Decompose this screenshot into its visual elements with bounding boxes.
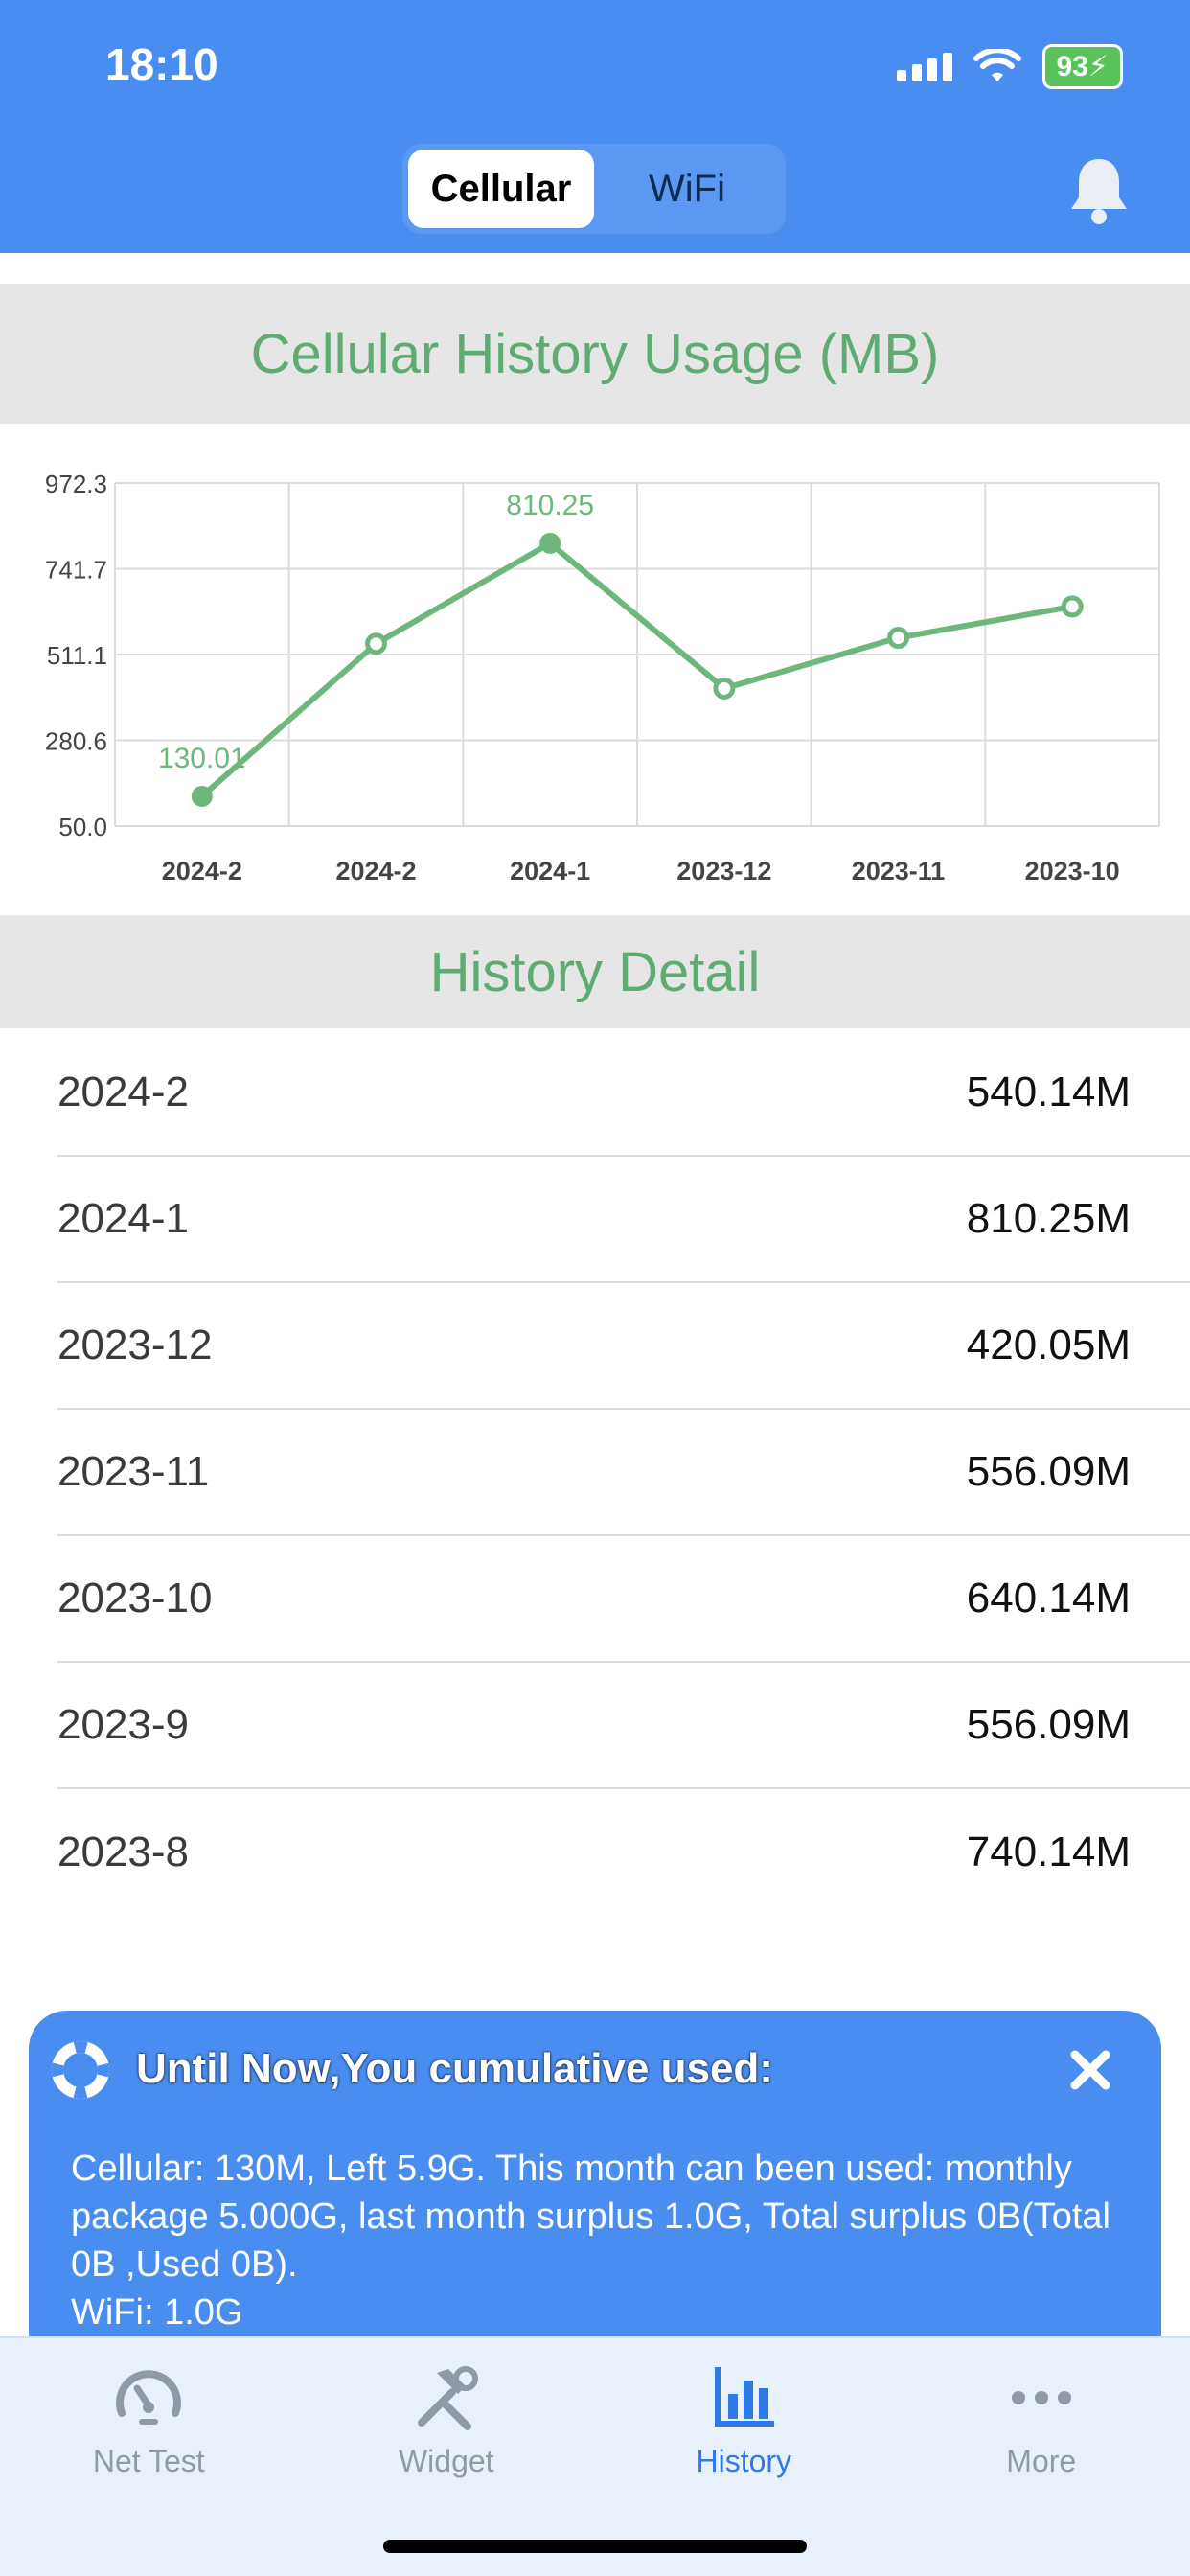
data-label: 130.01 xyxy=(158,743,246,774)
network-segment-control[interactable]: Cellular WiFi xyxy=(402,144,786,234)
month-label: 2024-1 xyxy=(57,1195,190,1242)
tab-net-test[interactable]: Net Test xyxy=(0,2338,298,2576)
more-dots-icon xyxy=(1011,2391,1071,2404)
x-tick-label: 2024-2 xyxy=(335,857,416,886)
month-label: 2023-11 xyxy=(57,1448,210,1495)
segment-cellular[interactable]: Cellular xyxy=(408,150,594,228)
y-tick-label: 972.3 xyxy=(45,470,107,498)
list-item[interactable]: 2024-2 540.14M xyxy=(57,1030,1190,1157)
usage-value: 540.14M xyxy=(966,1069,1131,1116)
month-label: 2023-10 xyxy=(57,1575,213,1622)
usage-value: 740.14M xyxy=(966,1828,1131,1875)
x-tick-label: 2023-11 xyxy=(852,857,946,886)
tab-more[interactable]: More xyxy=(893,2338,1190,2576)
home-indicator xyxy=(383,2540,807,2553)
data-label: 810.25 xyxy=(506,490,594,521)
x-tick-label: 2023-10 xyxy=(1025,857,1120,886)
y-tick-label: 280.6 xyxy=(45,727,107,756)
history-list: 2024-2 540.14M 2024-1 810.25M 2023-12 420.0… xyxy=(0,1030,1190,1916)
chart-title: Cellular History Usage (MB) xyxy=(250,322,940,385)
banner-title: Until Now,You cumulative used: xyxy=(136,2045,773,2092)
status-icons: 93⚡ xyxy=(896,44,1123,89)
tab-label: Net Test xyxy=(92,2444,205,2478)
usage-line-chart: 972.3 741.7 511.1 280.6 50.0 2024-2 2024-2 2024… xyxy=(45,470,1160,886)
month-label: 2023-12 xyxy=(57,1322,213,1368)
list-item[interactable]: 2024-1 810.25M xyxy=(57,1157,1190,1283)
usage-value: 556.09M xyxy=(966,1448,1131,1495)
wifi-icon xyxy=(973,48,1021,81)
usage-value: 810.25M xyxy=(966,1195,1131,1242)
usage-value: 640.14M xyxy=(966,1575,1131,1622)
chart-title-bar: Cellular History Usage (MB) xyxy=(0,284,1190,424)
detail-title-bar: History Detail xyxy=(0,915,1190,1028)
data-point xyxy=(365,632,387,656)
header: 18:10 93⚡ Cellular WiFi xyxy=(0,0,1190,253)
list-item[interactable]: 2023-11 556.09M xyxy=(57,1410,1190,1536)
bell-icon[interactable] xyxy=(1065,153,1133,225)
battery-indicator: 93⚡ xyxy=(1041,44,1123,89)
usage-value: 556.09M xyxy=(966,1701,1131,1748)
battery-level: 93 xyxy=(1056,51,1088,82)
month-label: 2024-2 xyxy=(57,1069,190,1116)
lifebuoy-icon xyxy=(52,2041,109,2099)
data-point xyxy=(887,627,909,650)
segment-wifi[interactable]: WiFi xyxy=(594,150,780,228)
x-tick-label: 2023-12 xyxy=(676,857,771,886)
x-tick-label: 2024-2 xyxy=(162,857,242,886)
usage-summary-banner: Until Now,You cumulative used: Cellular:… xyxy=(29,2011,1161,2336)
list-item[interactable]: 2023-12 420.05M xyxy=(57,1283,1190,1410)
tools-icon xyxy=(417,2366,478,2430)
x-tick-label: 2024-1 xyxy=(510,857,590,886)
data-point xyxy=(191,785,213,807)
data-point xyxy=(539,532,561,554)
data-point xyxy=(1061,595,1084,618)
speedometer-icon xyxy=(116,2370,182,2425)
month-label: 2023-8 xyxy=(57,1828,190,1875)
tab-label: Widget xyxy=(398,2444,494,2478)
tab-label: More xyxy=(1006,2444,1077,2478)
y-tick-label: 50.0 xyxy=(58,813,107,841)
signal-icon xyxy=(896,52,952,81)
banner-cellular-text: Cellular: 130M, Left 5.9G. This month ca… xyxy=(71,2149,1111,2285)
y-tick-label: 741.7 xyxy=(45,556,107,585)
list-item[interactable]: 2023-8 740.14M xyxy=(57,1789,1190,1916)
detail-title: History Detail xyxy=(429,940,761,1003)
month-label: 2023-9 xyxy=(57,1701,190,1748)
list-item[interactable]: 2023-10 640.14M xyxy=(57,1536,1190,1663)
tab-label: History xyxy=(696,2444,792,2478)
banner-wifi-text: WiFi: 1.0G xyxy=(71,2292,243,2333)
usage-value: 420.05M xyxy=(966,1322,1131,1368)
list-item[interactable]: 2023-9 556.09M xyxy=(57,1663,1190,1789)
close-icon[interactable] xyxy=(1067,2047,1113,2093)
banner-body: Cellular: 130M, Left 5.9G. This month ca… xyxy=(71,2145,1125,2336)
data-point xyxy=(713,677,736,700)
y-tick-label: 511.1 xyxy=(47,641,107,670)
status-time: 18:10 xyxy=(105,39,218,89)
bar-chart-icon xyxy=(715,2367,775,2426)
